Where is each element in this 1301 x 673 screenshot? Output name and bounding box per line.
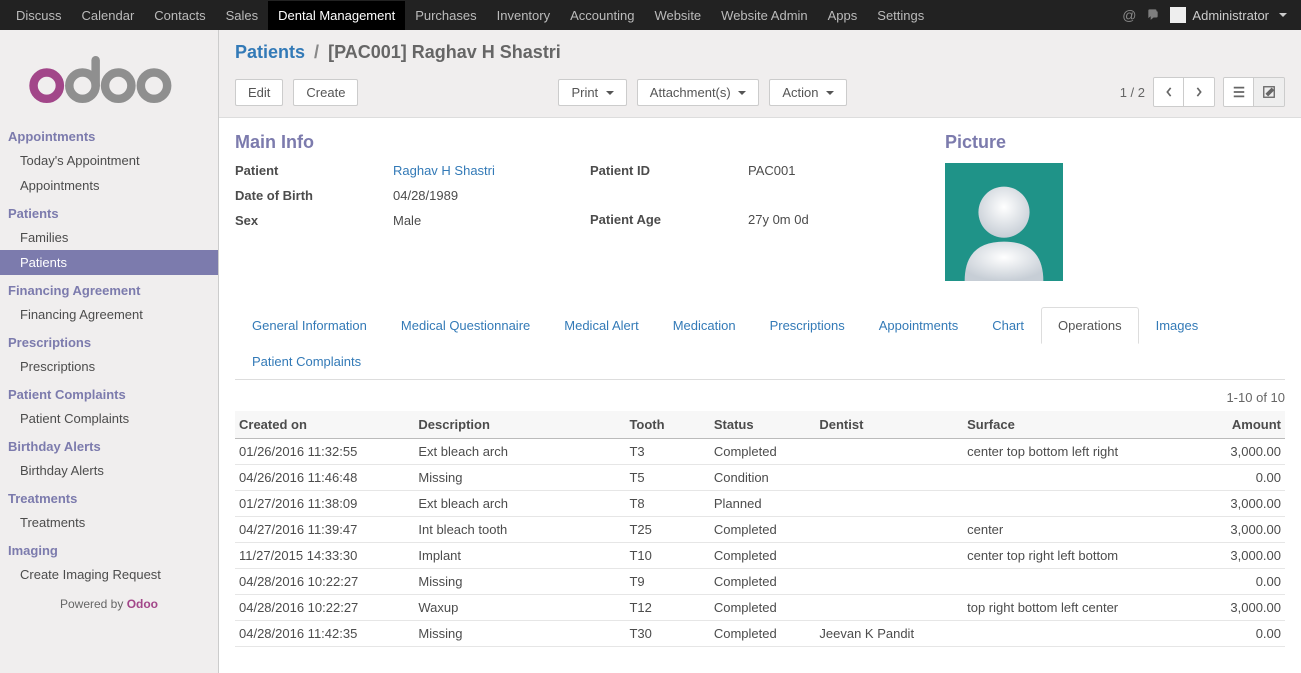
topnav-item-website[interactable]: Website [644, 1, 711, 30]
pager-text: 1 / 2 [1120, 85, 1145, 100]
sidebar-item-patients[interactable]: Patients [0, 250, 218, 275]
tab-images[interactable]: Images [1139, 307, 1216, 344]
col-surface[interactable]: Surface [963, 411, 1190, 439]
powered-by: Powered by Odoo [0, 597, 218, 611]
patient-id-label: Patient ID [590, 163, 748, 178]
col-created-on[interactable]: Created on [235, 411, 414, 439]
tab-appointments[interactable]: Appointments [862, 307, 976, 344]
patient-label: Patient [235, 163, 393, 178]
dob-label: Date of Birth [235, 188, 393, 203]
sidebar-item-financing-agreement[interactable]: Financing Agreement [0, 302, 218, 327]
tab-general-information[interactable]: General Information [235, 307, 384, 344]
chevron-down-icon [606, 91, 614, 95]
pager-next-button[interactable] [1184, 78, 1214, 106]
tab-chart[interactable]: Chart [975, 307, 1041, 344]
topnav-item-calendar[interactable]: Calendar [72, 1, 145, 30]
patient-age-label: Patient Age [590, 212, 748, 227]
tabs: General InformationMedical Questionnaire… [235, 307, 1285, 380]
sidebar-header-appointments[interactable]: Appointments [0, 121, 218, 148]
sidebar-item-patient-complaints[interactable]: Patient Complaints [0, 406, 218, 431]
toolbar: Edit Create Print Attachment(s) Action 1… [219, 69, 1301, 118]
sidebar: AppointmentsToday's AppointmentAppointme… [0, 30, 219, 673]
table-row[interactable]: 04/28/2016 10:22:27MissingT9Completed0.0… [235, 569, 1285, 595]
picture-title: Picture [945, 132, 1063, 153]
topnav-item-inventory[interactable]: Inventory [487, 1, 560, 30]
topnav-item-settings[interactable]: Settings [867, 1, 934, 30]
patient-id-value: PAC001 [748, 163, 795, 178]
sidebar-item-create-imaging-request[interactable]: Create Imaging Request [0, 562, 218, 587]
table-row[interactable]: 04/26/2016 11:46:48MissingT5Condition0.0… [235, 465, 1285, 491]
attachments-dropdown[interactable]: Attachment(s) [637, 79, 760, 106]
topnav-item-purchases[interactable]: Purchases [405, 1, 486, 30]
tab-patient-complaints[interactable]: Patient Complaints [235, 343, 378, 380]
view-form-button[interactable] [1254, 78, 1284, 106]
main-info-title: Main Info [235, 132, 590, 153]
sidebar-item-prescriptions[interactable]: Prescriptions [0, 354, 218, 379]
sex-value: Male [393, 213, 421, 228]
at-icon[interactable]: @ [1122, 7, 1136, 23]
table-range: 1-10 of 10 [235, 380, 1285, 411]
patient-age-value: 27y 0m 0d [748, 212, 809, 227]
table-row[interactable]: 01/26/2016 11:32:55Ext bleach archT3Comp… [235, 439, 1285, 465]
user-menu[interactable]: Administrator [1170, 7, 1287, 23]
sidebar-header-birthday-alerts[interactable]: Birthday Alerts [0, 431, 218, 458]
table-row[interactable]: 04/28/2016 11:42:35MissingT30CompletedJe… [235, 621, 1285, 647]
tab-medication[interactable]: Medication [656, 307, 753, 344]
col-tooth[interactable]: Tooth [625, 411, 709, 439]
chat-icon[interactable] [1146, 7, 1160, 24]
sidebar-header-patients[interactable]: Patients [0, 198, 218, 225]
chevron-down-icon [738, 91, 746, 95]
sidebar-item-birthday-alerts[interactable]: Birthday Alerts [0, 458, 218, 483]
breadcrumb: Patients / [PAC001] Raghav H Shastri [219, 30, 1301, 69]
topnav-item-website-admin[interactable]: Website Admin [711, 1, 817, 30]
sidebar-header-treatments[interactable]: Treatments [0, 483, 218, 510]
topnav-item-dental-management[interactable]: Dental Management [268, 1, 405, 30]
topnav-item-contacts[interactable]: Contacts [144, 1, 215, 30]
sidebar-item-families[interactable]: Families [0, 225, 218, 250]
sidebar-item-treatments[interactable]: Treatments [0, 510, 218, 535]
pager-prev-button[interactable] [1154, 78, 1184, 106]
create-button[interactable]: Create [293, 79, 358, 106]
topnav-item-discuss[interactable]: Discuss [6, 1, 72, 30]
topnav-item-apps[interactable]: Apps [818, 1, 868, 30]
sidebar-item-appointments[interactable]: Appointments [0, 173, 218, 198]
sidebar-header-imaging[interactable]: Imaging [0, 535, 218, 562]
view-list-button[interactable] [1224, 78, 1254, 106]
tab-prescriptions[interactable]: Prescriptions [753, 307, 862, 344]
col-amount[interactable]: Amount [1190, 411, 1285, 439]
chevron-down-icon [1279, 13, 1287, 17]
sidebar-header-prescriptions[interactable]: Prescriptions [0, 327, 218, 354]
breadcrumb-link-patients[interactable]: Patients [235, 42, 305, 62]
table-row[interactable]: 01/27/2016 11:38:09Ext bleach archT8Plan… [235, 491, 1285, 517]
action-dropdown[interactable]: Action [769, 79, 847, 106]
sex-label: Sex [235, 213, 393, 228]
dob-value: 04/28/1989 [393, 188, 458, 203]
table-row[interactable]: 11/27/2015 14:33:30ImplantT10Completedce… [235, 543, 1285, 569]
breadcrumb-current: [PAC001] Raghav H Shastri [328, 42, 561, 62]
logo [0, 30, 218, 121]
col-status[interactable]: Status [710, 411, 816, 439]
topnav-item-accounting[interactable]: Accounting [560, 1, 644, 30]
top-navbar: DiscussCalendarContactsSalesDental Manag… [0, 0, 1301, 30]
user-label: Administrator [1192, 8, 1269, 23]
tab-operations[interactable]: Operations [1041, 307, 1139, 344]
chevron-down-icon [826, 91, 834, 95]
table-row[interactable]: 04/27/2016 11:39:47Int bleach toothT25Co… [235, 517, 1285, 543]
sidebar-header-financing-agreement[interactable]: Financing Agreement [0, 275, 218, 302]
tab-medical-alert[interactable]: Medical Alert [547, 307, 655, 344]
edit-button[interactable]: Edit [235, 79, 283, 106]
sidebar-item-today-s-appointment[interactable]: Today's Appointment [0, 148, 218, 173]
tab-medical-questionnaire[interactable]: Medical Questionnaire [384, 307, 547, 344]
table-row[interactable]: 04/28/2016 10:22:27WaxupT12Completedtop … [235, 595, 1285, 621]
col-description[interactable]: Description [414, 411, 625, 439]
col-dentist[interactable]: Dentist [815, 411, 963, 439]
topnav-item-sales[interactable]: Sales [216, 1, 269, 30]
sidebar-header-patient-complaints[interactable]: Patient Complaints [0, 379, 218, 406]
avatar-icon [1170, 7, 1186, 23]
patient-avatar [945, 163, 1063, 281]
patient-value[interactable]: Raghav H Shastri [393, 163, 495, 178]
print-dropdown[interactable]: Print [558, 79, 626, 106]
operations-table: Created onDescriptionToothStatusDentistS… [235, 411, 1285, 647]
